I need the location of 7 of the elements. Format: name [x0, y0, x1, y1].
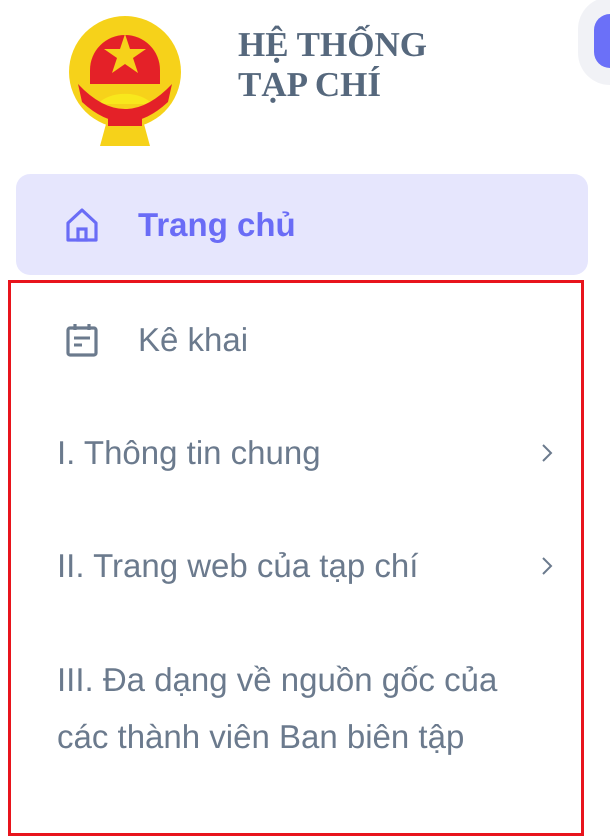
nav-item[interactable]: Kê khai	[11, 283, 581, 396]
nav-item[interactable]: II. Trang web của tạp chí	[11, 509, 581, 622]
nav-item[interactable]: III. Đa dạng về nguồn gốc của các thành viên Ban biên tập	[11, 622, 581, 765]
toggle-button[interactable]	[578, 0, 610, 85]
nav-item[interactable]: Trang chủ	[16, 174, 588, 275]
nav-item[interactable]: I. Thông tin chung	[11, 396, 581, 509]
app-title: HỆ THỐNG TẠP CHÍ	[238, 25, 427, 105]
